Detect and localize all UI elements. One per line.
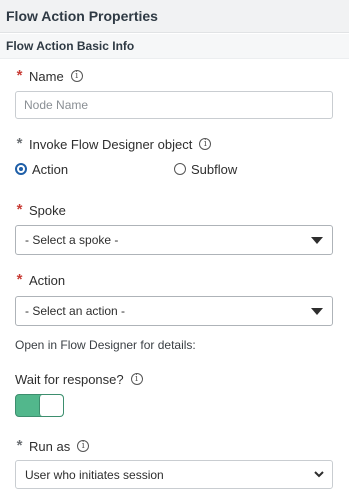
action-select[interactable]: - Select an action -	[15, 296, 333, 326]
caret-down-icon	[311, 308, 323, 315]
radio-checked-icon[interactable]	[15, 163, 27, 175]
panel-header: Flow Action Properties	[0, 0, 349, 33]
required-icon: *	[16, 437, 23, 454]
action-label-row: * Action	[15, 271, 66, 289]
required-icon: *	[16, 135, 23, 152]
wait-label: Wait for response?	[15, 371, 124, 387]
name-input-placeholder: Node Name	[24, 98, 89, 112]
section-title: Flow Action Basic Info	[6, 39, 135, 53]
required-icon: *	[16, 67, 23, 84]
chevron-down-icon	[314, 471, 324, 478]
spoke-select[interactable]: - Select a spoke -	[15, 225, 333, 255]
invoke-label-row: * Invoke Flow Designer object i	[15, 135, 212, 153]
details-note: Open in Flow Designer for details:	[15, 338, 196, 352]
name-label-row: * Name i	[15, 67, 83, 85]
toggle-knob	[39, 395, 63, 416]
section-header[interactable]: Flow Action Basic Info	[0, 34, 349, 59]
wait-label-row: Wait for response? i	[15, 370, 143, 388]
runas-select[interactable]: User who initiates session	[15, 460, 333, 489]
action-label: Action	[29, 272, 66, 288]
radio-action[interactable]: Action	[15, 160, 68, 178]
wait-toggle[interactable]	[15, 394, 64, 417]
info-icon[interactable]: i	[199, 138, 212, 150]
required-icon: *	[16, 201, 23, 218]
info-icon[interactable]: i	[70, 70, 83, 82]
invoke-label: Invoke Flow Designer object	[29, 136, 193, 152]
radio-unchecked-icon[interactable]	[174, 163, 186, 175]
radio-subflow-label: Subflow	[191, 161, 238, 177]
runas-label: Run as	[29, 438, 71, 454]
spoke-select-value: - Select a spoke -	[25, 233, 119, 247]
caret-down-icon	[311, 237, 323, 244]
spoke-label-row: * Spoke	[15, 201, 66, 219]
runas-select-value: User who initiates session	[25, 467, 164, 482]
panel-title: Flow Action Properties	[6, 8, 158, 24]
name-input[interactable]: Node Name	[15, 91, 333, 119]
radio-subflow[interactable]: Subflow	[174, 160, 237, 178]
info-icon[interactable]: i	[77, 440, 90, 452]
runas-label-row: * Run as i	[15, 437, 90, 455]
required-icon: *	[16, 271, 23, 288]
action-select-value: - Select an action -	[25, 304, 126, 318]
info-icon[interactable]: i	[130, 373, 143, 385]
radio-action-label: Action	[32, 161, 69, 177]
spoke-label: Spoke	[29, 202, 66, 218]
name-label: Name	[29, 68, 64, 84]
